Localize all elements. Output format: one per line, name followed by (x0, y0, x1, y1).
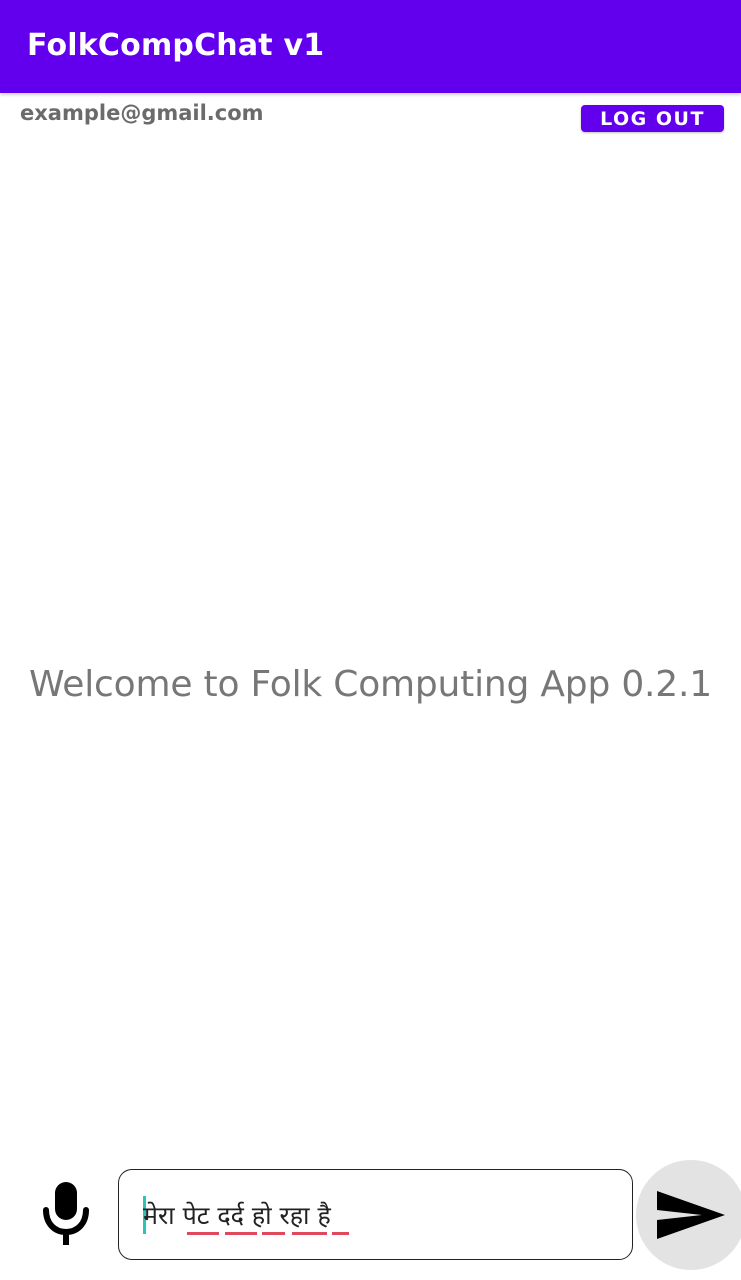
spell-underline (292, 1232, 327, 1235)
spell-underline (225, 1232, 257, 1235)
microphone-icon (43, 1182, 89, 1245)
logout-button[interactable]: LOG OUT (581, 105, 724, 132)
app-title: FolkCompChat v1 (27, 28, 325, 63)
spell-underline (332, 1232, 349, 1235)
send-button[interactable] (636, 1160, 741, 1270)
app-bar: FolkCompChat v1 (0, 0, 741, 93)
welcome-message: Welcome to Folk Computing App 0.2.1 (29, 664, 712, 705)
microphone-button[interactable] (36, 1178, 96, 1248)
spell-underline (187, 1232, 219, 1235)
account-row: example@gmail.com LOG OUT (0, 93, 741, 143)
message-input-value[interactable]: मेरा पेट दर्द हो रहा है (143, 1198, 331, 1232)
user-email: example@gmail.com (20, 101, 264, 125)
message-input-field[interactable]: मेरा पेट दर्द हो रहा है (118, 1169, 633, 1260)
chat-screen: FolkCompChat v1 example@gmail.com LOG OU… (0, 0, 741, 1280)
send-icon (657, 1191, 725, 1239)
spell-underline (262, 1232, 285, 1235)
